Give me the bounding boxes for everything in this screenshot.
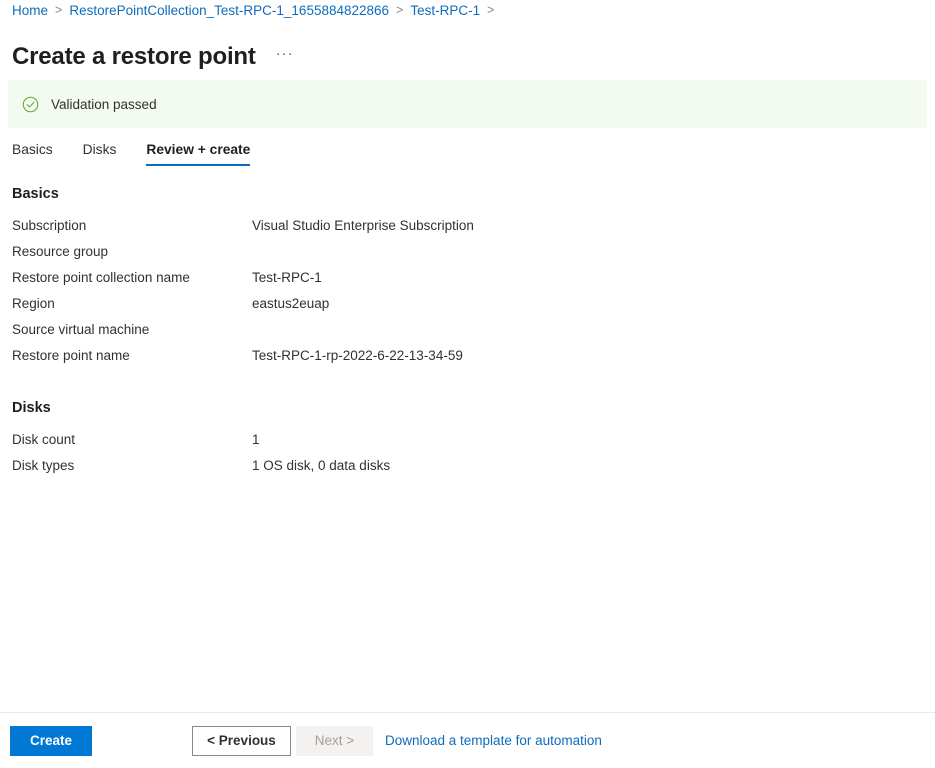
summary-value: Test-RPC-1-rp-2022-6-22-13-34-59 [252,348,463,363]
summary-value: Test-RPC-1 [252,270,322,285]
tab-bar: Basics Disks Review + create [12,140,280,166]
breadcrumb-link-2[interactable]: Test-RPC-1 [410,3,480,18]
summary-row: Restore point collection name Test-RPC-1 [12,270,912,296]
summary-label: Subscription [12,218,87,233]
breadcrumb-separator-icon: > [55,3,63,17]
validation-message: Validation passed [51,96,157,112]
previous-button[interactable]: < Previous [192,725,291,756]
page-title: Create a restore point [12,43,256,71]
section-disks: Disks Disk count 1 Disk types 1 OS disk, 0 d… [12,400,912,484]
section-basics: Basics Subscription Visual Studio Enterpri… [12,186,912,374]
tab-review-create[interactable]: Review + create [146,140,250,166]
breadcrumb-link-1[interactable]: RestorePointCollection_Test-RPC-1_165588… [69,3,389,18]
tab-basics[interactable]: Basics [12,140,53,166]
summary-value: eastus2euap [252,296,330,311]
summary-row: Restore point name Test-RPC-1-rp-2022-6-2… [12,348,912,374]
create-button[interactable]: Create [10,725,92,756]
summary-label: Region [12,296,55,311]
summary-value: 1 [252,432,260,447]
breadcrumb-link-0[interactable]: Home [12,3,48,18]
breadcrumb: Home > RestorePointCollection_Test-RPC-1_1… [12,0,501,20]
validation-banner: Validation passed [8,80,927,128]
summary-label: Source virtual machine [12,322,150,337]
summary-row: Source virtual machine [12,322,912,348]
tab-disks[interactable]: Disks [83,140,117,166]
summary-label: Restore point name [12,348,130,363]
summary-value: Visual Studio Enterprise Subscription [252,218,474,233]
wizard-nav-group: < Previous Next > Download a template fo… [192,725,602,756]
review-content: Basics Subscription Visual Studio Enterpri… [12,186,912,484]
summary-label: Restore point collection name [12,270,190,285]
next-button: Next > [296,725,373,756]
page-title-row: Create a restore point ··· [12,26,298,88]
section-heading: Basics [12,186,59,202]
summary-label: Disk types [12,458,75,473]
summary-row: Resource group [12,244,912,270]
summary-row: Disk count 1 [12,432,912,458]
footer-action-bar: Create < Previous Next > Download a temp… [0,713,935,768]
download-template-link[interactable]: Download a template for automation [385,733,602,748]
summary-value: 1 OS disk, 0 data disks [252,458,391,473]
summary-label: Disk count [12,432,76,447]
more-options-icon[interactable]: ··· [272,43,298,71]
summary-row: Region eastus2euap [12,296,912,322]
check-circle-icon [22,96,39,112]
summary-row: Subscription Visual Studio Enterprise Sub… [12,218,912,244]
breadcrumb-separator-icon: > [396,3,404,17]
breadcrumb-separator-icon: > [487,3,495,17]
summary-label: Resource group [12,244,109,259]
summary-row: Disk types 1 OS disk, 0 data disks [12,458,912,484]
section-heading: Disks [12,400,51,416]
